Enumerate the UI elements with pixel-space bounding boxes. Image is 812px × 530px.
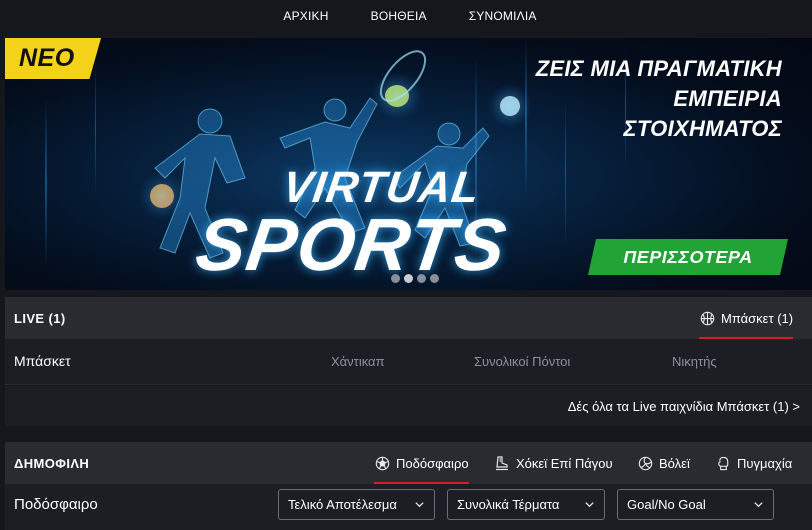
chevron-down-icon (584, 498, 595, 513)
tab-soccer-label: Ποδόσφαιρο (396, 455, 469, 471)
column-handicap: Χάντικαπ (331, 354, 385, 369)
new-badge: ΝΕΟ (5, 38, 101, 79)
ice-skate-icon (494, 455, 510, 471)
tab-boxing[interactable]: Πυγμαχία (715, 442, 792, 484)
carousel-dot-3[interactable] (417, 274, 426, 283)
market-select-goal-no-goal[interactable]: Goal/No Goal (617, 489, 774, 520)
nav-home-link[interactable]: ΑΡΧΙΚΗ (283, 9, 328, 23)
market-select-goal-no-goal-value: Goal/No Goal (627, 497, 706, 512)
live-sport-name: Μπάσκετ (14, 353, 71, 369)
volleyball-icon (637, 455, 653, 471)
see-all-live-link[interactable]: Δές όλα τα Live παιχνίδια Μπάσκετ (1) > (5, 386, 812, 426)
headline-line-1: ΖΕΙΣ ΜΙΑ ΠΡΑΓΜΑΤΙΚΗ (535, 56, 782, 81)
basketball-icon (699, 310, 715, 326)
live-section-header: LIVE (1) Μπάσκετ (1) (5, 297, 812, 340)
more-button[interactable]: ΠΕΡΙΣΣΟΤΕΡΑ (588, 239, 788, 275)
carousel-dot-2[interactable] (404, 274, 413, 283)
boxing-glove-icon (715, 455, 731, 471)
nav-help-link[interactable]: ΒΟΗΘΕΙΑ (371, 9, 427, 23)
tab-ice-hockey[interactable]: Χόκεϊ Επί Πάγου (494, 442, 613, 484)
tab-ice-hockey-label: Χόκεϊ Επί Πάγου (516, 455, 613, 471)
column-winner: Νικητής (672, 354, 717, 369)
live-tab-basketball[interactable]: Μπάσκετ (1) (699, 297, 794, 340)
carousel-dots (391, 274, 439, 283)
popular-sport-row: Ποδόσφαιρο Τελικό Αποτέλεσμα Συνολικά Τέ… (5, 484, 812, 530)
tab-volleyball-label: Βόλεϊ (659, 455, 690, 471)
tab-volleyball[interactable]: Βόλεϊ (637, 442, 690, 484)
nav-chat-link[interactable]: ΣΥΝΟΜΙΛΙΑ (469, 9, 537, 23)
banner-headline: ΖΕΙΣ ΜΙΑ ΠΡΑΓΜΑΤΙΚΗ ΕΜΠΕΙΡΙΑ ΣΤΟΙΧΗΜΑΤΟΣ (536, 54, 782, 144)
headline-line-3: ΣΤΟΙΧΗΜΑΤΟΣ (623, 116, 782, 141)
promo-banner[interactable]: ΝΕΟ ΖΕΙΣ ΜΙΑ ΠΡΑΓΜΑΤΙΚΗ ΕΜΠΕΙΡΙΑ ΣΤΟΙΧΗΜ… (5, 38, 812, 290)
carousel-dot-4[interactable] (430, 274, 439, 283)
top-nav: ΑΡΧΙΚΗ ΒΟΗΘΕΙΑ ΣΥΝΟΜΙΛΙΑ (0, 0, 812, 32)
live-sport-row: Μπάσκετ Χάντικαπ Συνολικοί Πόντοι Νικητή… (5, 339, 812, 385)
logo-line-2: SPORTS (191, 203, 512, 286)
chevron-down-icon (753, 498, 764, 513)
market-select-final-result[interactable]: Τελικό Αποτέλεσμα (278, 489, 435, 520)
tab-soccer[interactable]: Ποδόσφαιρο (374, 442, 469, 485)
popular-section-header: ΔΗΜΟΦΙΛΗ Ποδόσφαιρο Χόκεϊ Επί Πάγου Βόλε… (5, 442, 812, 485)
popular-title: ΔΗΜΟΦΙΛΗ (14, 455, 90, 471)
market-select-final-result-value: Τελικό Αποτέλεσμα (288, 497, 397, 512)
popular-sport-name: Ποδόσφαιρο (14, 496, 98, 513)
tab-boxing-label: Πυγμαχία (737, 455, 793, 471)
column-total-points: Συνολικοί Πόντοι (474, 354, 571, 369)
chevron-down-icon (414, 498, 425, 513)
market-select-total-goals[interactable]: Συνολικά Τέρματα (447, 489, 605, 520)
carousel-dot-1[interactable] (391, 274, 400, 283)
live-title: LIVE (1) (14, 310, 66, 326)
soccer-ball-icon (374, 455, 390, 471)
market-select-total-goals-value: Συνολικά Τέρματα (457, 497, 560, 512)
virtual-sports-logo: VIRTUAL SPORTS (191, 163, 517, 286)
headline-line-2: ΕΜΠΕΙΡΙΑ (673, 86, 782, 111)
live-tab-label: Μπάσκετ (1) (721, 310, 794, 326)
